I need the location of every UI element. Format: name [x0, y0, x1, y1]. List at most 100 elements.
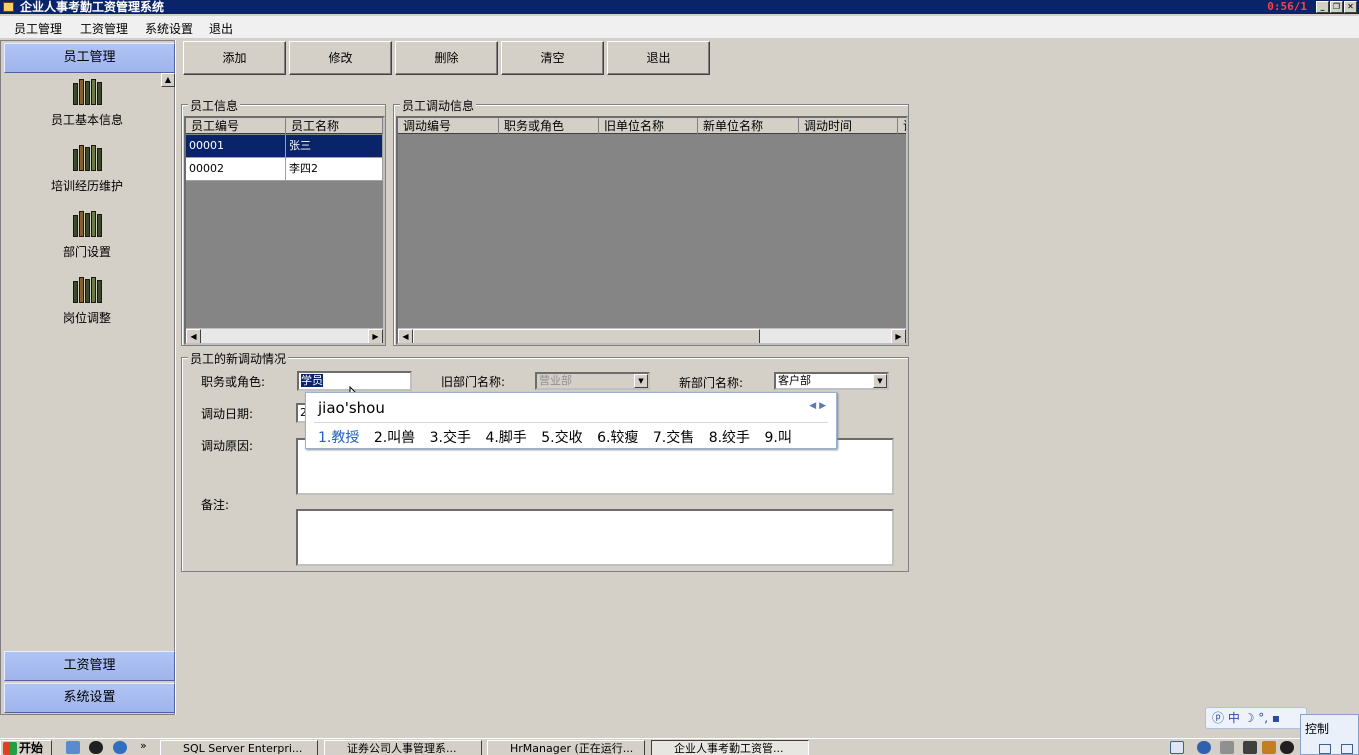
transfer-hscrollbar[interactable]: ◀ ▶: [398, 328, 906, 343]
transfer-info-group: 员工调动信息 调动编号 职务或角色 旧单位名称 新单位名称 调动时间 调 ◀ ▶: [393, 97, 909, 346]
task-sql-server[interactable]: SQL Server Enterpri...: [160, 740, 318, 755]
cell-employee-id: 00001: [186, 135, 286, 157]
window-icon[interactable]: [1319, 744, 1331, 754]
employee-hscrollbar[interactable]: ◀ ▶: [186, 328, 383, 343]
reason-label: 调动原因:: [201, 439, 254, 453]
table-row[interactable]: 00001 张三: [186, 135, 383, 158]
minimize-icon[interactable]: _: [1316, 1, 1329, 13]
scroll-left-icon[interactable]: ◀: [186, 329, 201, 343]
scroll-right-icon[interactable]: ▶: [368, 329, 383, 343]
menu-bar: 员工管理 工资管理 系统设置 退出: [0, 16, 1359, 38]
task-label: 证券公司人事管理系...: [347, 742, 457, 755]
ime-tray-icon[interactable]: [1170, 741, 1184, 754]
edit-button[interactable]: 修改: [289, 41, 392, 75]
column-header-old-unit[interactable]: 旧单位名称: [599, 118, 698, 134]
sidebar-item-label: 培训经历维护: [50, 179, 123, 193]
ime-candidate[interactable]: 8.绞手: [709, 430, 750, 446]
ime-candidate[interactable]: 3.交手: [430, 430, 471, 446]
sidebar-item-training[interactable]: 培训经历维护: [41, 143, 133, 194]
ime-candidate[interactable]: 4.脚手: [485, 430, 526, 446]
scroll-left-icon[interactable]: ◀: [398, 329, 413, 343]
ie-icon[interactable]: [113, 741, 127, 754]
exit-button[interactable]: 退出: [607, 41, 710, 75]
app-icon: [3, 2, 14, 12]
scroll-thumb[interactable]: [413, 329, 760, 343]
remark-textarea[interactable]: [296, 509, 894, 566]
menu-salary[interactable]: 工资管理: [80, 20, 128, 37]
ime-candidate[interactable]: 2.叫兽: [374, 430, 415, 446]
start-button[interactable]: 开始: [0, 740, 52, 755]
new-dept-select[interactable]: 客户部 ▼: [774, 372, 889, 390]
ctrl-label: 控制: [1305, 722, 1330, 736]
menu-settings[interactable]: 系统设置: [145, 20, 193, 37]
window-title: 企业人事考勤工资管理系统: [20, 0, 165, 14]
tray-app-icon[interactable]: [1262, 741, 1276, 754]
ime-candidate[interactable]: 1.教授: [318, 430, 359, 446]
ime-candidate[interactable]: 7.交售: [653, 430, 694, 446]
clock-readout: 0:56/1: [1267, 0, 1307, 13]
qq-icon[interactable]: [89, 741, 103, 754]
restore-icon[interactable]: ❐: [1330, 1, 1343, 13]
taskbar: 开始 » SQL Server Enterpri... 证券公司人事管理系...…: [0, 738, 1359, 755]
column-header-transfer-id[interactable]: 调动编号: [398, 118, 499, 134]
column-header-employee-name[interactable]: 员工名称: [286, 118, 383, 134]
ime-candidate-window: jiao'shou ◀ ▶ 1.教授 2.叫兽 3.交手 4.脚手 5.交收 6…: [305, 392, 837, 449]
role-value: 学员: [301, 374, 323, 387]
control-panel-widget[interactable]: 控制: [1300, 714, 1359, 755]
books-icon: [41, 143, 133, 171]
column-header-employee-id[interactable]: 员工编号: [186, 118, 286, 134]
ime-mode-icon[interactable]: ⓟ 中 ☽ °, ▪: [1212, 711, 1280, 725]
window-icon[interactable]: [1341, 744, 1353, 754]
old-dept-value: 营业部: [539, 374, 572, 387]
books-icon: [41, 209, 133, 237]
cell-employee-name: 李四2: [286, 158, 383, 180]
clear-button[interactable]: 清空: [501, 41, 604, 75]
ime-candidate[interactable]: 5.交收: [541, 430, 582, 446]
books-icon: [41, 77, 133, 105]
menu-employee[interactable]: 员工管理: [14, 20, 62, 37]
network-icon[interactable]: [1220, 741, 1234, 754]
table-row[interactable]: 00002 李四2: [186, 158, 383, 181]
qq-tray-icon[interactable]: [1280, 741, 1294, 754]
help-icon[interactable]: [1197, 741, 1211, 754]
ime-candidate-list: 1.教授 2.叫兽 3.交手 4.脚手 5.交收 6.较瘦 7.交售 8.绞手 …: [318, 427, 802, 447]
chevron-down-icon[interactable]: ▼: [873, 374, 887, 388]
delete-button[interactable]: 删除: [395, 41, 498, 75]
ime-page-arrows-icon[interactable]: ◀ ▶: [809, 401, 826, 411]
desktop-icon[interactable]: [66, 741, 80, 754]
menu-exit[interactable]: 退出: [209, 20, 233, 37]
ime-candidate[interactable]: 6.较瘦: [597, 430, 638, 446]
task-hrmanager[interactable]: HrManager (正在运行...: [487, 740, 645, 755]
sqlserver-tray-icon[interactable]: [1243, 741, 1257, 754]
sidebar-item-employee-info[interactable]: 员工基本信息: [41, 77, 133, 128]
task-label: HrManager (正在运行...: [510, 742, 634, 755]
task-securities-hr[interactable]: 证券公司人事管理系...: [324, 740, 482, 755]
ime-language-bar[interactable]: ⓟ 中 ☽ °, ▪: [1205, 707, 1307, 729]
windows-logo-icon: [3, 742, 17, 755]
scroll-up-icon[interactable]: ▲: [161, 73, 175, 87]
sidebar-item-department[interactable]: 部门设置: [41, 209, 133, 260]
employee-info-group: 员工信息 员工编号 员工名称 00001 张三 00002 李四2 ◀ ▶: [181, 97, 386, 346]
sidebar-header-salary[interactable]: 工资管理: [4, 651, 175, 681]
employee-grid-header: 员工编号 员工名称: [186, 118, 383, 134]
sidebar-header-employee[interactable]: 员工管理: [4, 43, 175, 73]
close-icon[interactable]: ✕: [1344, 1, 1357, 13]
column-header-role[interactable]: 职务或角色: [499, 118, 599, 134]
remark-label: 备注:: [201, 498, 230, 512]
column-header-new-unit[interactable]: 新单位名称: [698, 118, 799, 134]
sidebar-item-position[interactable]: 岗位调整: [41, 275, 133, 326]
new-dept-value: 客户部: [778, 374, 811, 387]
old-dept-select[interactable]: 营业部 ▼: [535, 372, 650, 390]
ime-candidate[interactable]: 9.叫: [765, 430, 792, 446]
column-header-transfer-time[interactable]: 调动时间: [799, 118, 898, 134]
new-transfer-title: 员工的新调动情况: [188, 350, 289, 367]
chevron-right-icon[interactable]: »: [140, 739, 147, 752]
chevron-down-icon[interactable]: ▼: [634, 374, 648, 388]
title-bar: 企业人事考勤工资管理系统 0:56/1 _ ❐ ✕: [0, 0, 1359, 14]
ime-pinyin: jiao'shou: [318, 399, 385, 417]
add-button[interactable]: 添加: [183, 41, 286, 75]
sidebar-header-settings[interactable]: 系统设置: [4, 683, 175, 713]
column-header-truncated[interactable]: 调: [898, 118, 906, 134]
task-enterprise-hr[interactable]: 企业人事考勤工资管...: [651, 740, 809, 755]
scroll-right-icon[interactable]: ▶: [891, 329, 906, 343]
